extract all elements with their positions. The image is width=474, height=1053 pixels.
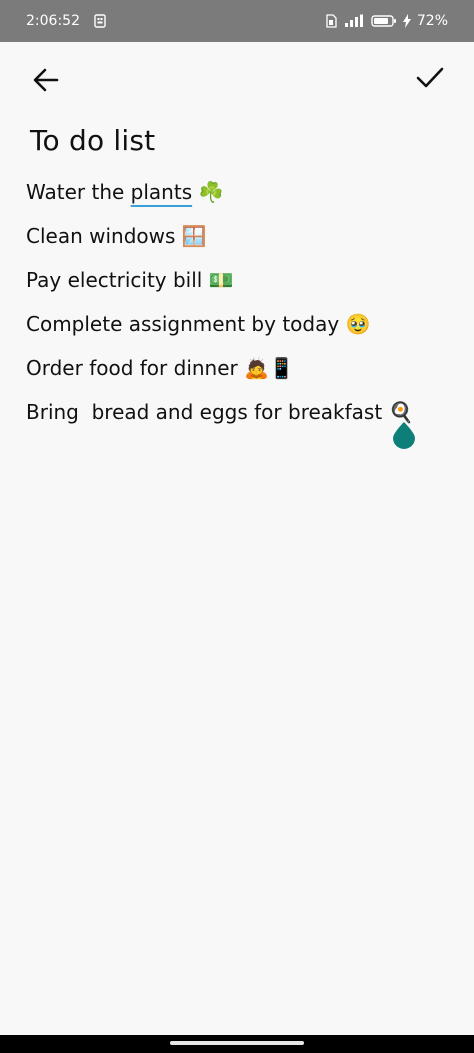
status-left: 2:06:52 <box>26 13 106 29</box>
charging-icon <box>402 14 411 28</box>
signal-icon <box>343 14 365 28</box>
home-gesture-pill[interactable] <box>170 1041 304 1045</box>
navigation-bar <box>0 1035 474 1053</box>
note-title[interactable]: To do list <box>30 124 155 157</box>
toolbar <box>0 42 474 118</box>
line-text: Complete assignment by today 🥹 <box>26 312 371 336</box>
battery-percent: 72% <box>416 13 448 29</box>
line-text: Pay electricity bill 💵 <box>26 268 234 292</box>
note-line[interactable]: Water the plants ☘️ <box>26 170 456 214</box>
line-text: Water the <box>26 180 131 204</box>
spellcheck-underlined-word[interactable]: plants <box>131 180 192 204</box>
sim-icon <box>325 14 337 28</box>
line-text: Bring bread and eggs for breakfast 🍳 <box>26 400 414 424</box>
status-time: 2:06:52 <box>26 13 80 29</box>
line-text: Order food for dinner 🙇📱 <box>26 356 294 380</box>
note-line[interactable]: Order food for dinner 🙇📱 <box>26 346 456 390</box>
line-text: Clean windows 🪟 <box>26 224 207 248</box>
save-button[interactable] <box>412 62 448 98</box>
line-text-suffix: ☘️ <box>192 180 224 204</box>
arrow-left-icon <box>32 66 60 98</box>
note-line[interactable]: Pay electricity bill 💵 <box>26 258 456 302</box>
note-line[interactable]: Complete assignment by today 🥹 <box>26 302 456 346</box>
text-cursor-handle[interactable] <box>393 422 415 449</box>
screenshot-icon <box>94 14 106 28</box>
status-right: 72% <box>325 13 448 29</box>
battery-icon <box>371 14 397 28</box>
back-button[interactable] <box>28 64 64 100</box>
checkmark-icon <box>416 66 444 94</box>
note-body[interactable]: Water the plants ☘️ Clean windows 🪟 Pay … <box>26 170 456 434</box>
note-line[interactable]: Bring bread and eggs for breakfast 🍳 <box>26 390 456 434</box>
status-bar: 2:06:52 72% <box>0 0 474 42</box>
note-line[interactable]: Clean windows 🪟 <box>26 214 456 258</box>
